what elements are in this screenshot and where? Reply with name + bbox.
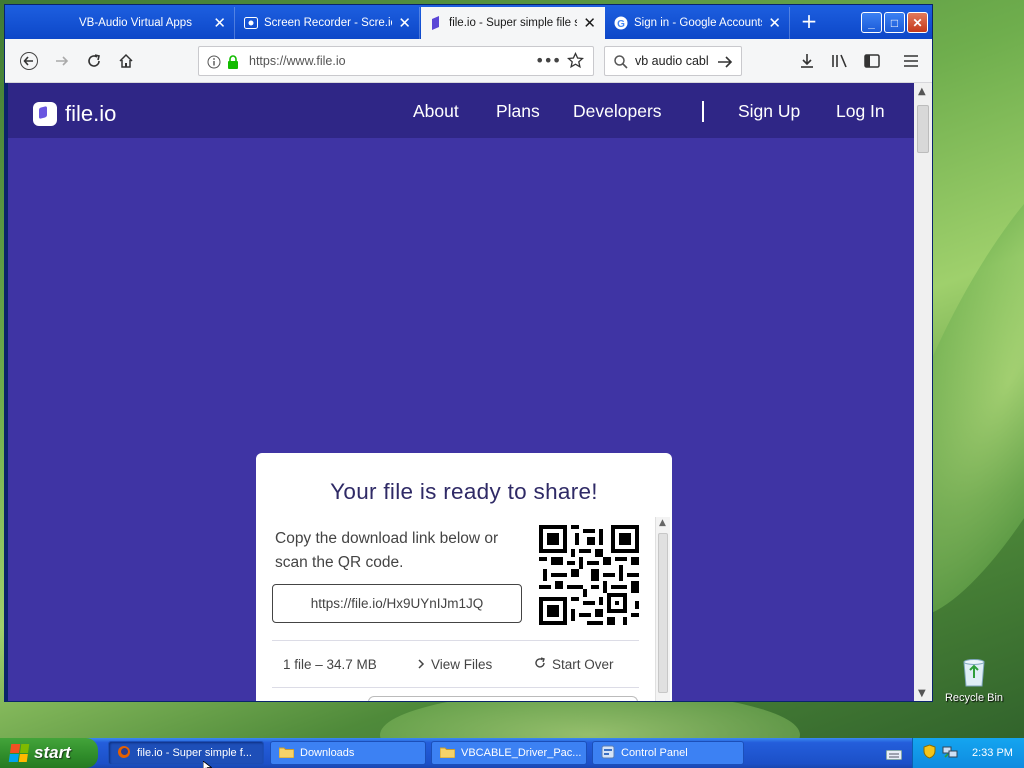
chevron-right-icon — [417, 657, 425, 672]
system-tray: 2:33 PM — [912, 738, 1024, 768]
divider — [272, 687, 639, 688]
tab-screen-recorder[interactable]: Screen Recorder - Scre.io ✕ — [236, 7, 420, 39]
browser-window: VB-Audio Virtual Apps ✕ Screen Recorder … — [4, 4, 933, 702]
file-meta: 1 file – 34.7 MB — [283, 657, 377, 672]
share-link-field[interactable]: https://file.io/Hx9UYnIJm1JQ — [272, 584, 522, 623]
scroll-up-icon[interactable]: ▲ — [659, 518, 666, 528]
scroll-down-icon[interactable]: ▼ — [918, 688, 926, 699]
security-shield-icon[interactable] — [923, 744, 936, 762]
search-icon — [614, 54, 628, 73]
divider — [272, 640, 639, 641]
maximize-button[interactable]: □ — [884, 12, 905, 33]
card-title: Your file is ready to share! — [330, 479, 598, 504]
tab-title: Sign in - Google Accounts — [634, 17, 763, 29]
reload-icon[interactable] — [84, 51, 104, 71]
tab-fileio[interactable]: file.io - Super simple file sh ✕ — [421, 7, 605, 39]
site-header: file.io About Plans Developers Sign Up L… — [8, 83, 914, 138]
tab-vb-audio[interactable]: VB-Audio Virtual Apps ✕ — [5, 7, 235, 39]
home-icon[interactable] — [116, 51, 136, 71]
close-tab-icon[interactable]: ✕ — [583, 14, 596, 32]
taskbar: start file.io - Super simple f... Downlo… — [0, 738, 1024, 768]
scroll-thumb[interactable] — [917, 105, 929, 153]
windows-logo-icon — [8, 744, 30, 762]
google-favicon: G — [614, 16, 628, 30]
nav-sign-up[interactable]: Sign Up — [738, 101, 800, 122]
taskbar-item-vbcable-folder[interactable]: VBCABLE_Driver_Pac... — [431, 741, 587, 765]
keyboard-icon[interactable] — [886, 746, 902, 765]
firefox-icon — [117, 745, 131, 762]
tab-google-signin[interactable]: G Sign in - Google Accounts ✕ — [606, 7, 790, 39]
nav-log-in[interactable]: Log In — [836, 101, 885, 122]
tab-title: Screen Recorder - Scre.io — [264, 17, 393, 29]
clock[interactable]: 2:33 PM — [972, 747, 1013, 759]
tab-title: VB-Audio Virtual Apps — [79, 17, 192, 29]
minimize-button[interactable]: _ — [861, 12, 882, 33]
recycle-bin-icon — [959, 656, 989, 688]
nav-divider — [702, 101, 704, 122]
recycle-bin-shortcut[interactable]: Recycle Bin — [942, 656, 1006, 704]
folder-icon — [278, 746, 295, 761]
task-label: Downloads — [300, 747, 355, 759]
scroll-thumb[interactable] — [658, 533, 668, 693]
close-tab-icon[interactable]: ✕ — [398, 14, 411, 32]
navigation-toolbar: https://www.file.io ••• vb audio cabl — [5, 39, 932, 83]
search-bar[interactable]: vb audio cabl — [604, 46, 742, 76]
taskbar-item-control-panel[interactable]: Control Panel — [592, 741, 744, 765]
fileio-logo-icon — [33, 102, 57, 126]
new-tab-button[interactable]: + — [797, 11, 821, 31]
start-over-button[interactable]: Start Over — [534, 657, 614, 672]
menu-icon[interactable] — [901, 51, 921, 71]
recycle-bin-label: Recycle Bin — [944, 692, 1004, 704]
fileio-favicon — [429, 16, 443, 30]
qr-code — [539, 525, 639, 625]
svg-text:G: G — [617, 19, 625, 30]
view-files-button[interactable]: View Files — [417, 657, 492, 672]
close-window-button[interactable]: ✕ — [907, 12, 928, 33]
start-over-label: Start Over — [552, 657, 614, 672]
logo-text: file.io — [65, 101, 117, 126]
nav-developers[interactable]: Developers — [573, 101, 662, 122]
info-icon[interactable] — [207, 54, 221, 73]
folder-icon — [439, 746, 456, 761]
search-query: vb audio cabl — [635, 54, 709, 68]
close-tab-icon[interactable]: ✕ — [768, 14, 781, 32]
page-viewport: file.io About Plans Developers Sign Up L… — [8, 83, 914, 701]
task-label: file.io - Super simple f... — [137, 747, 252, 759]
sidebar-icon[interactable] — [862, 51, 882, 71]
forward-icon[interactable] — [52, 51, 72, 71]
close-tab-icon[interactable]: ✕ — [213, 14, 226, 32]
library-icon[interactable] — [830, 51, 850, 71]
nav-plans[interactable]: Plans — [496, 101, 540, 122]
nav-about[interactable]: About — [413, 101, 459, 122]
network-icon[interactable] — [942, 745, 958, 762]
lock-icon — [227, 54, 239, 73]
back-icon[interactable] — [19, 51, 39, 71]
task-label: Control Panel — [621, 747, 688, 759]
refresh-icon — [534, 657, 546, 672]
scroll-up-icon[interactable]: ▲ — [918, 86, 926, 97]
url-text: https://www.file.io — [249, 54, 346, 68]
start-button[interactable]: start — [0, 738, 98, 768]
start-label: start — [34, 743, 71, 762]
next-section-preview — [368, 696, 638, 701]
downloads-icon[interactable] — [797, 51, 817, 71]
page-actions-icon[interactable]: ••• — [535, 51, 561, 70]
tab-strip: VB-Audio Virtual Apps ✕ Screen Recorder … — [5, 5, 932, 39]
taskbar-item-downloads[interactable]: Downloads — [270, 741, 426, 765]
mouse-cursor-icon — [202, 757, 213, 768]
screen-recorder-favicon — [244, 16, 258, 30]
fileio-logo[interactable]: file.io — [33, 101, 116, 127]
card-description: Copy the download link below or scan the… — [275, 530, 499, 571]
share-card: Your file is ready to share! Copy the do… — [256, 453, 672, 701]
page-scrollbar[interactable]: ▲ ▼ — [914, 83, 932, 701]
search-go-icon[interactable] — [717, 54, 733, 73]
url-bar[interactable]: https://www.file.io ••• — [198, 46, 594, 76]
taskbar-item-firefox[interactable]: file.io - Super simple f... — [108, 741, 264, 765]
task-label: VBCABLE_Driver_Pac... — [461, 747, 582, 759]
bookmark-star-icon[interactable] — [566, 51, 585, 73]
view-files-label: View Files — [431, 657, 493, 672]
control-panel-icon — [601, 745, 615, 762]
tab-title: file.io - Super simple file sh — [449, 17, 578, 29]
card-scrollbar[interactable]: ▲ — [655, 517, 670, 701]
